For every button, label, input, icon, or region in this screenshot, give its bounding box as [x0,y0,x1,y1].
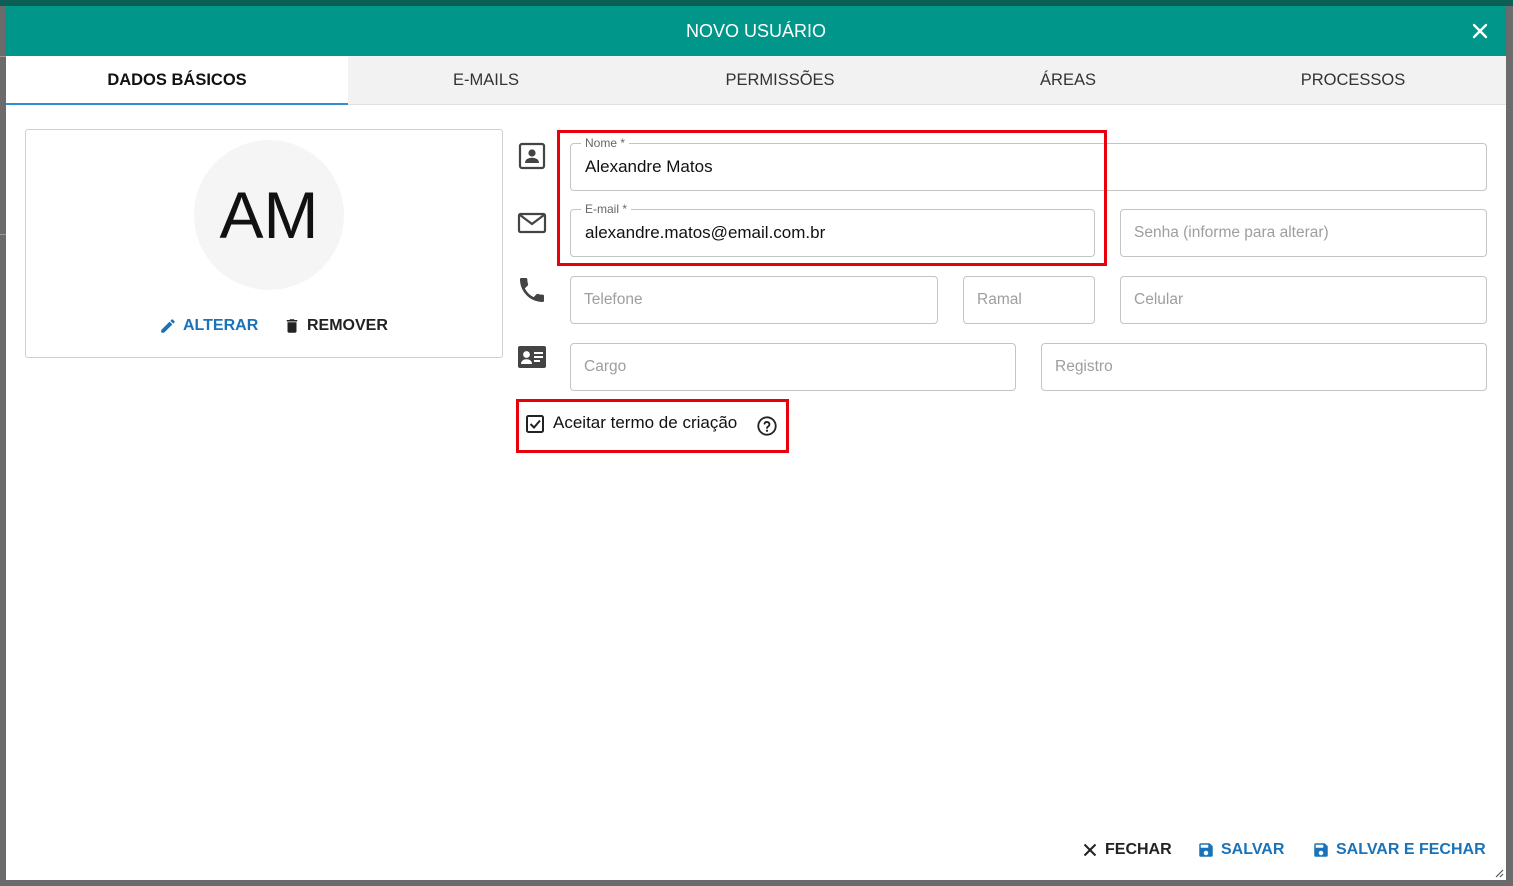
tab-processos[interactable]: PROCESSOS [1200,56,1506,104]
avatar: AM [194,140,344,290]
new-user-dialog: NOVO USUÁRIO DADOS BÁSICOS E-MAILS PERMI… [6,6,1506,880]
dialog-title: NOVO USUÁRIO [685,21,827,41]
resize-handle-icon[interactable] [1494,868,1504,878]
phone-icon [516,274,548,306]
close-icon[interactable] [1466,17,1494,45]
pencil-icon [161,319,175,333]
ramal-field[interactable]: Ramal [963,276,1095,324]
avatar-card: AM ALTERAR REMOVER [25,129,503,358]
salvar-e-fechar-label: SALVAR E FECHAR [1336,841,1486,858]
password-field[interactable]: Senha (informe para alterar) [1120,209,1487,257]
cargo-placeholder: Cargo [584,358,627,375]
close-icon [1083,843,1097,857]
dialog-titlebar: NOVO USUÁRIO [6,6,1506,56]
highlight-accept-terms [516,399,789,453]
tab-bar: DADOS BÁSICOS E-MAILS PERMISSÕES ÁREAS P… [6,56,1506,105]
mail-icon [516,207,548,239]
cargo-field[interactable]: Cargo [570,343,1016,391]
contact-card-icon [516,140,548,172]
change-photo-label: ALTERAR [183,317,259,334]
save-icon [1199,843,1213,857]
salvar-e-fechar-button[interactable]: SALVAR E FECHAR [1312,838,1486,862]
password-placeholder: Senha (informe para alterar) [1134,224,1329,241]
salvar-label: SALVAR [1221,841,1285,858]
save-icon [1314,843,1328,857]
tab-emails[interactable]: E-MAILS [348,56,624,104]
celular-placeholder: Celular [1134,291,1184,308]
tab-permissoes[interactable]: PERMISSÕES [624,56,936,104]
change-photo-button[interactable]: ALTERAR [159,314,259,338]
fechar-label: FECHAR [1105,841,1172,858]
trash-icon [286,319,298,333]
celular-field[interactable]: Celular [1120,276,1487,324]
ramal-placeholder: Ramal [977,291,1022,308]
remove-photo-button[interactable]: REMOVER [283,314,393,338]
remove-photo-label: REMOVER [307,317,388,334]
salvar-button[interactable]: SALVAR [1197,838,1287,862]
telefone-placeholder: Telefone [584,291,643,308]
id-card-icon [516,341,548,373]
tab-dados-basicos[interactable]: DADOS BÁSICOS [6,56,348,105]
registro-field[interactable]: Registro [1041,343,1487,391]
registro-placeholder: Registro [1055,358,1113,375]
fechar-button[interactable]: FECHAR [1081,838,1172,862]
highlight-required-fields [557,130,1107,266]
telefone-field[interactable]: Telefone [570,276,938,324]
tab-areas[interactable]: ÁREAS [936,56,1200,104]
